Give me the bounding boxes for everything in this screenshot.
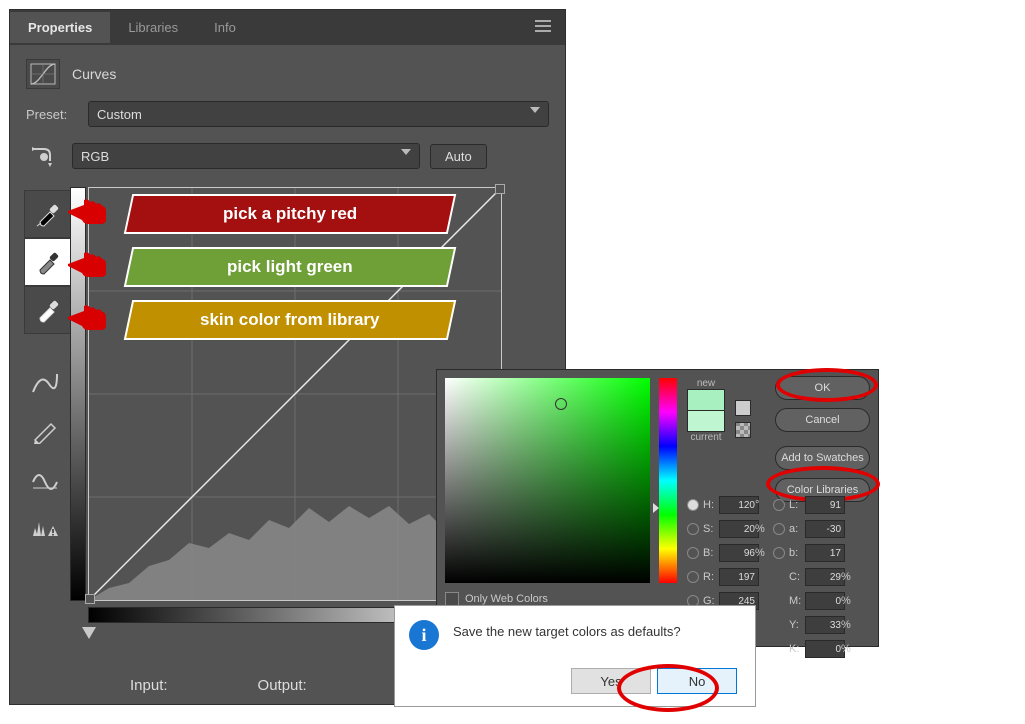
h-input[interactable] [719, 496, 759, 514]
radio-s[interactable] [687, 523, 699, 535]
radio-a[interactable] [773, 523, 785, 535]
tab-info[interactable]: Info [196, 12, 254, 43]
tab-properties[interactable]: Properties [10, 12, 110, 43]
radio-h[interactable] [687, 499, 699, 511]
eyedropper-gray-point[interactable] [24, 238, 72, 286]
y-input[interactable] [805, 616, 845, 634]
save-defaults-dialog: i Save the new target colors as defaults… [394, 605, 756, 707]
color-field[interactable] [445, 378, 650, 583]
panel-menu-icon[interactable] [521, 10, 565, 45]
labb-input[interactable] [805, 544, 845, 562]
output-label: Output: [258, 677, 307, 694]
no-button[interactable]: No [657, 668, 737, 694]
l-input[interactable] [805, 496, 845, 514]
preset-value: Custom [97, 107, 142, 122]
eyedropper-white-point[interactable] [24, 286, 72, 334]
websafe-warning-icon[interactable] [735, 422, 751, 438]
adjustment-title: Curves [72, 66, 116, 82]
new-color-swatch [687, 389, 725, 411]
channel-row: RGB Auto [10, 135, 565, 177]
histogram-warning-icon[interactable] [28, 512, 62, 542]
chevron-down-icon [530, 107, 540, 113]
radio-l[interactable] [773, 499, 785, 511]
smooth-curve-icon[interactable] [28, 368, 62, 398]
preset-row: Preset: Custom [10, 93, 565, 135]
bv-input[interactable] [719, 544, 759, 562]
tab-libraries[interactable]: Libraries [110, 12, 196, 43]
radio-b[interactable] [687, 547, 699, 559]
dialog-buttons: Yes No [571, 668, 737, 694]
info-icon: i [409, 620, 439, 650]
annotation-green: pick light green [124, 247, 457, 287]
on-image-adjust-icon[interactable] [26, 143, 62, 169]
k-input[interactable] [805, 640, 845, 658]
annotation-skin: skin color from library [124, 300, 457, 340]
pointer-hand-icon [66, 302, 106, 332]
pencil-icon[interactable] [28, 416, 62, 446]
black-point-slider[interactable] [82, 627, 96, 639]
dialog-message: Save the new target colors as defaults? [453, 624, 681, 639]
current-color-swatch[interactable] [687, 411, 725, 432]
input-output-readout: Input: Output: [130, 677, 307, 694]
channel-value: RGB [81, 149, 109, 164]
curves-edit-tools [28, 368, 62, 542]
input-label: Input: [130, 677, 168, 694]
smooth-points-icon[interactable] [28, 464, 62, 494]
gamut-warning-icon[interactable] [735, 400, 751, 416]
m-input[interactable] [805, 592, 845, 610]
add-to-swatches-button[interactable]: Add to Swatches [775, 446, 870, 470]
curve-point-white[interactable] [495, 184, 505, 194]
r-input[interactable] [719, 568, 759, 586]
radio-lab-b[interactable] [773, 547, 785, 559]
curves-icon [26, 59, 60, 89]
only-web-colors[interactable]: Only Web Colors [445, 592, 548, 606]
preset-dropdown[interactable]: Custom [88, 101, 549, 127]
radio-r[interactable] [687, 571, 699, 583]
color-sample-marker[interactable] [555, 398, 567, 410]
chevron-down-icon [401, 149, 411, 155]
adjustment-header: Curves [10, 45, 565, 93]
tab-bar: Properties Libraries Info [10, 10, 565, 45]
pointer-hand-icon [66, 196, 106, 226]
curve-point-black[interactable] [85, 594, 95, 604]
eyedropper-tools [24, 190, 72, 334]
current-label: current [687, 432, 725, 443]
a-input[interactable] [805, 520, 845, 538]
c-input[interactable] [805, 568, 845, 586]
preset-label: Preset: [26, 107, 78, 122]
hue-slider-handle[interactable] [653, 503, 659, 513]
checkbox-icon[interactable] [445, 592, 459, 606]
annotation-red: pick a pitchy red [124, 194, 457, 234]
channel-dropdown[interactable]: RGB [72, 143, 420, 169]
cancel-button[interactable]: Cancel [775, 408, 870, 432]
eyedropper-black-point[interactable] [24, 190, 72, 238]
color-swatches: new current [687, 378, 725, 443]
new-label: new [687, 378, 725, 389]
yes-button[interactable]: Yes [571, 668, 651, 694]
s-input[interactable] [719, 520, 759, 538]
pointer-hand-icon [66, 249, 106, 279]
picker-buttons: OK Cancel Add to Swatches Color Librarie… [775, 376, 870, 502]
hue-slider[interactable] [659, 378, 677, 583]
ok-button[interactable]: OK [775, 376, 870, 400]
auto-button[interactable]: Auto [430, 144, 487, 169]
only-web-colors-label: Only Web Colors [465, 593, 548, 605]
